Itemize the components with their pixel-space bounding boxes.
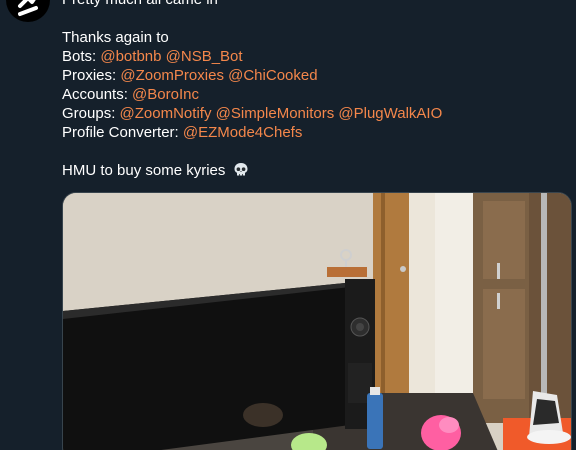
credit-label: Groups: — [62, 105, 116, 122]
tweet-closing: HMU to buy some kyries — [62, 161, 562, 180]
mention-link[interactable]: @ChiCooked — [228, 67, 317, 84]
mention-link[interactable]: @ZoomProxies — [120, 67, 224, 84]
credit-line-accounts: Accounts: @BoroInc — [62, 85, 562, 104]
mention-link[interactable]: @NSB_Bot — [166, 48, 243, 65]
skull-icon — [233, 162, 249, 183]
credit-label: Accounts: — [62, 86, 128, 103]
credit-label: Proxies: — [62, 67, 117, 84]
avatar[interactable] — [6, 0, 50, 22]
credit-line-bots: Bots: @botbnb @NSB_Bot — [62, 47, 562, 66]
tweet-thanks: Thanks again to — [62, 29, 169, 46]
photo-shoes-and-tv — [63, 193, 571, 450]
tweet: Pretty much all came in Thanks again to … — [0, 0, 576, 450]
credit-label: Bots: — [62, 48, 97, 65]
closing-text: HMU to buy some kyries — [62, 162, 226, 179]
tweet-intro: Pretty much all came in — [62, 0, 562, 9]
mention-link[interactable]: @BoroInc — [132, 86, 199, 103]
credit-label: Profile Converter: — [62, 124, 179, 141]
avatar-logo-icon — [18, 0, 38, 16]
tweet-text: Pretty much all came in Thanks again to … — [62, 0, 562, 180]
mention-link[interactable]: @SimpleMonitors — [216, 105, 335, 122]
mention-link[interactable]: @EZMode4Chefs — [183, 124, 302, 141]
credit-line-groups: Groups: @ZoomNotify @SimpleMonitors @Plu… — [62, 104, 562, 123]
mention-link[interactable]: @ZoomNotify — [120, 105, 212, 122]
tweet-photo[interactable] — [62, 192, 572, 450]
mention-link[interactable]: @botbnb — [100, 48, 161, 65]
mention-link[interactable]: @PlugWalkAIO — [338, 105, 442, 122]
credit-line-profile-converter: Profile Converter: @EZMode4Chefs — [62, 123, 562, 142]
credit-line-proxies: Proxies: @ZoomProxies @ChiCooked — [62, 66, 562, 85]
